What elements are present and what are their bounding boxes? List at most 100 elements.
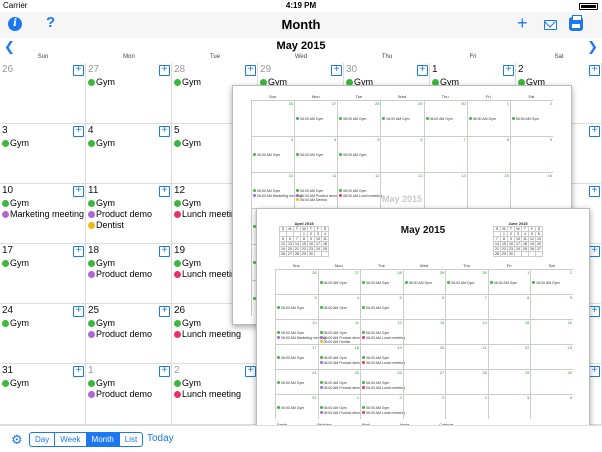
- event-color-dot: [362, 406, 366, 410]
- day-cell[interactable]: 2 + Gym Lunch meeting: [172, 364, 258, 425]
- day-cell[interactable]: 27 + Gym: [86, 63, 172, 124]
- month-title: May 2015: [276, 40, 326, 52]
- event-color-dot: [88, 79, 95, 86]
- event-item[interactable]: Lunch meeting: [174, 329, 241, 340]
- preview-cell: 16: [509, 172, 553, 208]
- preview-event-text: 06:00 AM Gym: [323, 381, 347, 386]
- event-color-dot: [319, 281, 323, 285]
- preview-event: 06:00 AM Gym: [382, 117, 410, 121]
- event-item[interactable]: Gym: [174, 318, 201, 329]
- event-item[interactable]: Product demo: [88, 269, 152, 280]
- preview-day-number: 8: [527, 295, 530, 300]
- view-tab-list[interactable]: List: [120, 433, 142, 446]
- event-item[interactable]: Gym: [174, 77, 201, 88]
- event-color-dot: [253, 193, 256, 197]
- add-event-button[interactable]: +: [73, 126, 84, 137]
- event-item[interactable]: Gym: [88, 138, 115, 149]
- event-item[interactable]: Gym: [2, 258, 29, 269]
- view-tab-week[interactable]: Week: [55, 433, 87, 446]
- add-event-button[interactable]: +: [159, 126, 170, 137]
- event-item[interactable]: Product demo: [88, 329, 152, 340]
- view-tab-month[interactable]: Month: [86, 433, 120, 446]
- nav-title: Month: [281, 17, 321, 32]
- preview-cell: 6: [530, 394, 573, 419]
- event-color-dot: [88, 200, 95, 207]
- event-item[interactable]: Product demo: [88, 209, 152, 220]
- preview-day-number: 6: [420, 137, 423, 142]
- day-cell[interactable]: 24 + Gym: [0, 304, 86, 364]
- add-event-button[interactable]: +: [417, 65, 428, 76]
- add-event-button[interactable]: +: [159, 366, 170, 377]
- add-event-button[interactable]: +: [589, 65, 600, 76]
- gear-icon[interactable]: ⚙: [11, 432, 23, 448]
- add-event-button[interactable]: +: [245, 65, 256, 76]
- add-event-button[interactable]: +: [73, 246, 84, 257]
- mail-icon[interactable]: [544, 20, 557, 30]
- event-color-dot: [319, 360, 323, 364]
- event-item[interactable]: Lunch meeting: [174, 209, 241, 220]
- event-item[interactable]: Dentist: [88, 220, 124, 231]
- add-event-button[interactable]: +: [589, 126, 600, 137]
- mini-day: [521, 251, 529, 257]
- add-event-button[interactable]: +: [159, 186, 170, 197]
- add-event-icon[interactable]: +: [517, 13, 528, 34]
- add-event-button[interactable]: +: [245, 366, 256, 377]
- add-event-button[interactable]: +: [589, 186, 600, 197]
- add-event-button[interactable]: +: [159, 306, 170, 317]
- event-color-dot: [2, 260, 9, 267]
- day-cell[interactable]: 3 + Gym: [0, 124, 86, 184]
- print-icon[interactable]: [569, 15, 583, 31]
- preview-cell: 11 06:00 AM Gym 06:00 AM Product demo 06:00…: [294, 172, 338, 208]
- day-cell[interactable]: 31 + Gym: [0, 364, 86, 425]
- day-cell[interactable]: 4 + Gym: [86, 124, 172, 184]
- view-tab-day[interactable]: Day: [30, 433, 56, 446]
- event-title: Gym: [10, 198, 29, 208]
- add-event-button[interactable]: +: [73, 65, 84, 76]
- event-item[interactable]: Gym: [174, 138, 201, 149]
- add-event-button[interactable]: +: [589, 306, 600, 317]
- day-cell[interactable]: 18 + Gym Product demo: [86, 244, 172, 304]
- event-item[interactable]: Marketing meeting: [2, 209, 84, 220]
- chevron-right-icon[interactable]: ❯: [587, 39, 598, 55]
- day-cell[interactable]: 26 +: [0, 63, 86, 124]
- event-item[interactable]: Gym: [88, 198, 115, 209]
- add-event-button[interactable]: +: [73, 306, 84, 317]
- add-event-button[interactable]: +: [159, 246, 170, 257]
- day-cell[interactable]: 17 + Gym: [0, 244, 86, 304]
- event-item[interactable]: Gym: [2, 198, 29, 209]
- add-event-button[interactable]: +: [73, 366, 84, 377]
- mini-calendar: June 2015 S M T W T F S 1 2 3 4 5 6 7 8 9 10 11 12 13 14 15 16 1…: [493, 221, 543, 257]
- event-color-dot: [425, 117, 429, 121]
- event-item[interactable]: Gym: [174, 378, 201, 389]
- day-cell[interactable]: 11 + Gym Product demo Dentist: [86, 184, 172, 244]
- event-item[interactable]: Gym: [88, 318, 115, 329]
- event-title: Gym: [96, 77, 115, 87]
- add-event-button[interactable]: +: [589, 246, 600, 257]
- event-item[interactable]: Lunch meeting: [174, 269, 241, 280]
- event-title: Gym: [182, 138, 201, 148]
- event-item[interactable]: Gym: [2, 138, 29, 149]
- day-cell[interactable]: 25 + Gym Product demo: [86, 304, 172, 364]
- day-cell[interactable]: 10 + Gym Marketing meeting: [0, 184, 86, 244]
- add-event-button[interactable]: +: [73, 186, 84, 197]
- event-item[interactable]: Gym: [88, 77, 115, 88]
- preview-day-number: 10: [288, 173, 294, 178]
- event-item[interactable]: Gym: [174, 198, 201, 209]
- add-event-button[interactable]: +: [331, 65, 342, 76]
- preview-day-number: 18: [354, 345, 360, 350]
- event-item[interactable]: Product demo: [88, 389, 152, 400]
- event-item[interactable]: Lunch meeting: [174, 389, 241, 400]
- event-item[interactable]: Gym: [2, 318, 29, 329]
- mini-day: 29: [300, 251, 308, 257]
- preview-cell: 26 06:00 AM Gym06:00 AM Lunch meeting: [360, 369, 405, 394]
- today-button[interactable]: Today: [147, 433, 174, 444]
- day-cell[interactable]: 1 + Gym Product demo: [86, 364, 172, 425]
- event-item[interactable]: Gym: [88, 258, 115, 269]
- event-item[interactable]: Gym: [88, 378, 115, 389]
- event-item[interactable]: Gym: [2, 378, 29, 389]
- add-event-button[interactable]: +: [503, 65, 514, 76]
- event-item[interactable]: Gym: [174, 258, 201, 269]
- add-event-button[interactable]: +: [589, 366, 600, 377]
- add-event-button[interactable]: +: [159, 65, 170, 76]
- event-color-dot: [277, 406, 280, 410]
